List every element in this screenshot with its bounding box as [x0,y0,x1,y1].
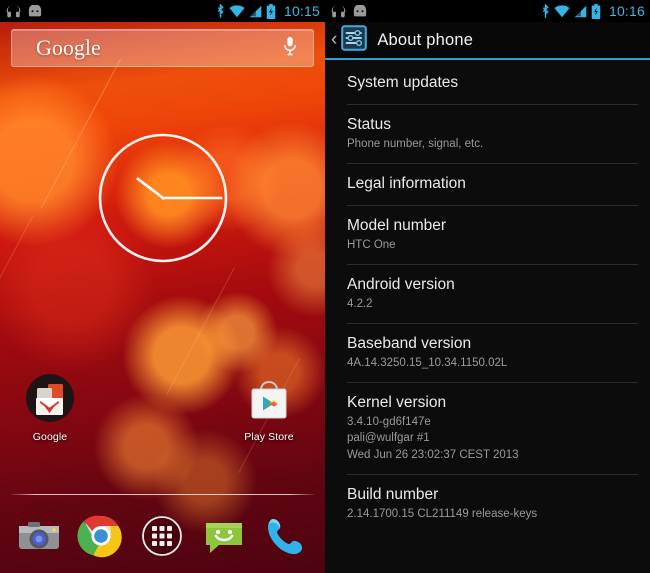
dock-item-messaging[interactable] [199,511,249,561]
about-phone-list[interactable]: System updates Status Phone number, signal… [325,62,650,573]
app-icon-google-folder[interactable]: Google [12,372,88,443]
notification-icons [331,4,368,18]
list-item-subtitle-line: HTC One [347,238,396,251]
system-status-icons: 10:16 [541,3,645,19]
dual-screenshot: 10:15 Google Google Play Store 10:16 ‹ A… [0,0,650,573]
list-item-status[interactable]: Status Phone number, signal, etc. [325,103,650,163]
back-chevron-icon[interactable]: ‹ [331,30,337,49]
page-title: About phone [377,30,474,49]
google-search-widget[interactable]: Google [11,29,314,67]
list-item-subtitle: 3.4.10-gd6f147e pali@wulfgar #1 Wed Jun 26… [347,414,650,463]
analog-clock-widget[interactable] [96,131,230,265]
battery-charging-icon [591,3,601,19]
headphones-icon [331,4,346,18]
list-item-subtitle-line: Wed Jun 26 23:02:37 CEST 2013 [347,448,519,461]
notification-icons [6,4,43,18]
list-item-subtitle-line: 4.2.2 [347,297,373,310]
camera-icon [18,522,59,549]
list-item-legal-information[interactable]: Legal information [325,162,650,205]
dock-divider [11,494,314,495]
bluetooth-icon [217,3,224,18]
signal-icon [574,5,587,17]
messaging-icon [206,523,243,553]
list-item-subtitle-line: Phone number, signal, etc. [347,137,484,150]
settings-clock-time: 10:16 [608,3,645,19]
list-item-subtitle: 2.14.1700.15 CL211149 release-keys [347,506,650,522]
bluetooth-icon [542,3,549,18]
list-item-kernel-version[interactable]: Kernel version 3.4.10-gd6f147e pali@wulfga… [325,382,650,474]
settings-status-bar[interactable]: 10:16 [325,0,650,22]
gmail-folder-icon [22,372,78,428]
headphones-icon [6,4,21,18]
list-item-subtitle-line: pali@wulfgar #1 [347,432,430,445]
list-item-system-updates[interactable]: System updates [325,62,650,104]
signal-icon [249,5,262,17]
list-item-android-version[interactable]: Android version 4.2.2 [325,263,650,323]
list-item-title: System updates [347,74,459,91]
microphone-icon[interactable] [283,36,297,61]
dock [0,499,325,573]
settings-panel: 10:16 ‹ About phone System updates Statu… [325,0,650,573]
list-item-subtitle: Phone number, signal, etc. [347,136,650,152]
chrome-icon [77,515,122,558]
list-item-subtitle-line: 3.4.10-gd6f147e [347,416,431,429]
wallpaper [0,0,325,573]
list-item-subtitle-line: 2.14.1700.15 CL211149 release-keys [347,507,538,520]
android-robot-icon [353,4,367,16]
list-item-title: Baseband version [347,335,472,353]
phone-icon [268,519,303,555]
system-status-icons: 10:15 [216,3,320,19]
list-item-build-number[interactable]: Build number 2.14.1700.15 CL211149 releas… [325,474,650,533]
dock-item-phone[interactable] [261,511,311,561]
battery-charging-icon [266,3,276,19]
android-robot-icon [28,4,42,16]
settings-sliders-icon[interactable] [341,24,368,56]
list-item-title: Kernel version [347,394,447,412]
list-item-title: Android version [347,275,455,293]
app-label-play-store: Play Store [244,431,294,443]
google-logo-text: Google [36,35,101,60]
dock-item-app-drawer[interactable] [137,511,187,561]
list-item-baseband-version[interactable]: Baseband version 4A.14.3250.15_10.34.1150… [325,323,650,382]
app-label-google: Google [32,431,68,443]
list-item-subtitle: 4.2.2 [347,296,650,312]
apps-grid-icon [142,516,183,556]
app-icon-play-store[interactable]: Play Store [231,372,307,443]
list-item-title: Status [347,115,391,133]
play-store-icon [241,372,297,428]
about-phone-header: ‹ About phone [325,22,650,60]
home-clock-time: 10:15 [283,3,320,19]
list-item-subtitle-line: 4A.14.3250.15_10.34.1150.02L [347,356,508,369]
home-screen-panel: 10:15 Google Google Play Store [0,0,325,573]
list-item-title: Legal information [347,174,466,192]
list-item-title: Model number [347,216,447,234]
list-item-subtitle: 4A.14.3250.15_10.34.1150.02L [347,355,650,371]
list-item-model-number[interactable]: Model number HTC One [325,204,650,264]
list-item-subtitle: HTC One [347,237,650,253]
list-item-title: Build number [347,486,439,504]
wifi-icon [229,4,245,17]
dock-item-camera[interactable] [14,511,64,561]
home-status-bar[interactable]: 10:15 [0,0,325,22]
dock-item-chrome[interactable] [76,511,126,561]
wifi-icon [554,4,570,17]
